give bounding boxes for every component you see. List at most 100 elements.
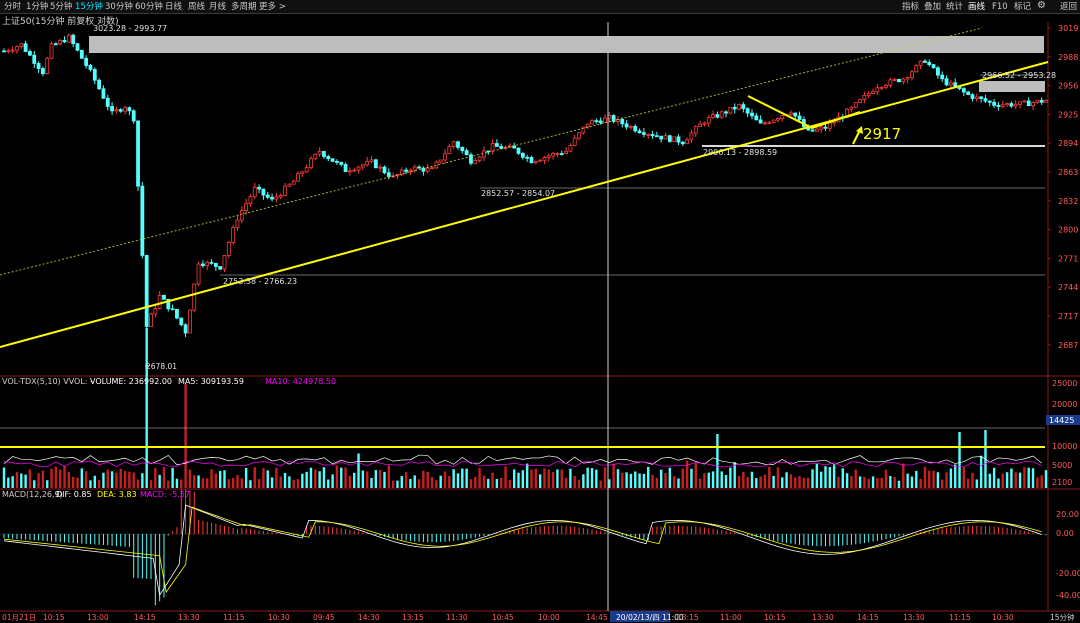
volume-bar [1036, 477, 1039, 488]
candle-body [538, 159, 543, 162]
volume-bar [491, 472, 494, 488]
candle-body [620, 118, 625, 125]
volume-bar [703, 473, 706, 488]
time-axis-label: 13:30 [903, 613, 925, 622]
volume-bar [214, 473, 218, 488]
candle-body [983, 98, 988, 102]
volume-bar [430, 477, 434, 488]
candle-body [430, 167, 434, 170]
time-axis-label: 11:00 [720, 613, 742, 622]
volume-bar [244, 467, 248, 488]
vol-axis-label: 20000 [1052, 400, 1077, 409]
volume-bar [193, 475, 196, 488]
volume-bar [772, 475, 775, 488]
volume-bar [448, 476, 451, 488]
candle-body [473, 160, 478, 164]
candle-body [693, 126, 698, 134]
candle-body [53, 43, 58, 46]
candle-body [32, 54, 37, 64]
volume-bar [590, 468, 594, 488]
candle-body [702, 122, 707, 125]
price-axis-label: 3019 [1058, 24, 1078, 33]
macd-header-dea: DEA: 3.83 [97, 490, 137, 499]
candle-body [209, 261, 214, 264]
volume-bar [2, 467, 6, 488]
candle-body [654, 135, 659, 138]
volume-bar [20, 473, 23, 488]
volume-bar [197, 475, 200, 488]
time-axis-label: 14:15 [134, 613, 156, 622]
volume-bar [331, 474, 334, 488]
candle-body [296, 173, 300, 182]
candle-body [780, 115, 785, 119]
volume-bar [962, 466, 966, 488]
volume-bar [655, 477, 659, 488]
volume-bar [1014, 472, 1017, 488]
resistance-zone [89, 36, 1044, 53]
price-axis-label: 2988 [1058, 53, 1078, 62]
trend-line [0, 61, 1049, 348]
volume-bar [729, 467, 732, 488]
candle-body [676, 136, 681, 143]
chart-grid [0, 22, 1080, 612]
candle-body [542, 156, 547, 161]
candle-body [378, 166, 383, 169]
volume-bar [603, 467, 607, 488]
candle-body [1031, 102, 1035, 107]
volume-bar [815, 463, 819, 488]
volume-bar [340, 467, 343, 488]
time-axis-label-highlight: 20/02/13/四 11:00 [616, 613, 684, 622]
volume-bar [1005, 472, 1009, 488]
volume-bar [478, 468, 481, 488]
candle-body [261, 188, 266, 196]
candle-body [633, 125, 638, 132]
volume-bar [949, 468, 953, 488]
volume-bar [798, 475, 801, 488]
volume-bar [188, 469, 192, 488]
volume-bar [314, 469, 317, 488]
candle-body [974, 96, 979, 99]
volume-bar [1010, 468, 1013, 488]
volume-bar [647, 466, 650, 488]
time-axis-label: 10:15 [764, 613, 786, 622]
candle-body [123, 107, 127, 112]
volume-bar [335, 465, 339, 488]
candle-body [322, 151, 326, 157]
candle-body [373, 159, 378, 169]
volume-bar [781, 477, 784, 488]
volume-bar [93, 475, 96, 488]
volume-bar [482, 475, 486, 488]
candle-body [516, 147, 521, 154]
volume-bar [841, 468, 844, 488]
vol-header-volume: VOLUME: 236992.00 [90, 377, 172, 386]
volume-bar [785, 472, 788, 488]
candle-body [28, 51, 32, 56]
volume-bar [487, 478, 490, 488]
channel-line [0, 27, 983, 276]
candle-body [555, 153, 560, 155]
volume-bar [997, 478, 1000, 488]
volume-bar [897, 480, 901, 488]
volume-bar [318, 471, 321, 488]
candle-body [244, 203, 249, 212]
volume-bar [223, 470, 226, 488]
candle-body [1005, 103, 1009, 106]
candle-body [15, 46, 19, 51]
candle-body [961, 88, 966, 93]
volume-bar [638, 473, 641, 488]
stock-chart[interactable]: 3019 2988 2956 2925 2894 2863 2832 2800 2771 2744… [0, 0, 1080, 623]
volume-bar [1023, 467, 1026, 488]
candle-body [58, 39, 63, 45]
volume-bar [361, 470, 365, 488]
time-axis-label: 01月21日 [2, 613, 36, 622]
candle-body [763, 122, 767, 125]
vol-axis-label-highlight: 14425 [1049, 416, 1074, 425]
volume-bar [577, 479, 581, 488]
volume-bar [63, 465, 66, 488]
candle-body [1009, 103, 1014, 107]
volume-bar [599, 480, 602, 488]
volume-bar [811, 469, 814, 488]
volume-bar [67, 471, 71, 488]
candle-body [19, 43, 24, 48]
candle-body [927, 62, 932, 66]
